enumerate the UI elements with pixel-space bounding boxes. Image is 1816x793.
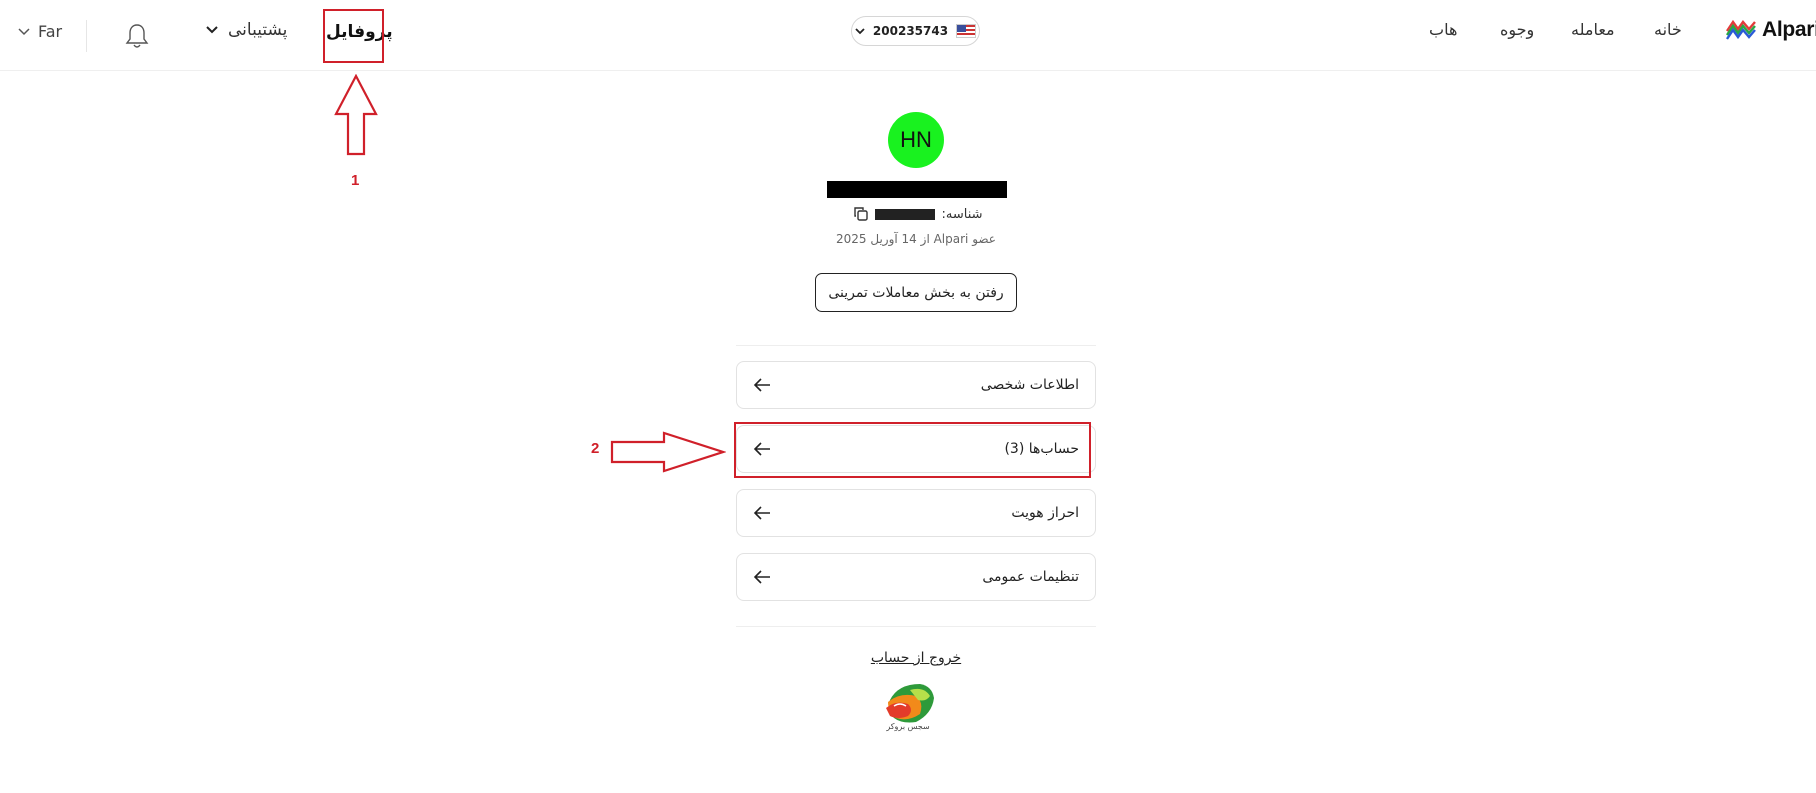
watermark-caption: سجس بروکر [886,722,930,731]
chevron-down-icon [855,27,865,34]
redacted-id [875,208,936,220]
divider [86,20,87,52]
copy-icon[interactable] [853,206,869,222]
arrow-left-icon [753,570,770,584]
chevron-down-icon [18,27,30,35]
brand-name: Alpari [1762,18,1816,41]
alpari-logo-icon [1726,19,1756,40]
nav-trade[interactable]: معامله [1571,20,1615,39]
brand-logo[interactable]: Alpari [1726,18,1816,42]
menu-item-label: اطلاعات شخصی [980,377,1079,393]
chevron-down-icon [206,26,218,34]
menu-item-verification[interactable]: احراز هویت [736,489,1096,537]
demo-trading-button[interactable]: رفتن به بخش معاملات تمرینی [815,273,1017,312]
avatar: HN [888,112,944,168]
menu-item-label: تنظیمات عمومی [982,569,1079,585]
id-label: شناسه: [941,206,983,222]
menu-item-label: احراز هویت [1011,505,1079,521]
logout-link[interactable]: خروج از حساب [836,650,996,666]
top-navigation: Far پشتیبانی پروفایل 200235743 خانه معام… [0,0,1816,71]
arrow-left-icon [753,506,770,520]
account-number: 200235743 [872,24,949,38]
language-label: Far [38,22,63,41]
member-since: عضو Alpari از 14 آوریل 2025 [836,232,996,246]
us-flag-icon [956,24,977,38]
divider [736,345,1096,346]
menu-item-general-settings[interactable]: تنظیمات عمومی [736,553,1096,601]
account-switcher[interactable]: 200235743 [851,16,980,46]
language-selector[interactable]: Far [18,22,62,41]
annotation-arrow-right [610,431,726,473]
arrow-left-icon [753,378,770,392]
annotation-number-2: 2 [591,440,600,457]
user-id-row: شناسه: [850,206,986,222]
redacted-name [827,181,1007,198]
nav-home[interactable]: خانه [1654,20,1682,39]
divider [736,626,1096,627]
nav-funds[interactable]: وجوه [1500,20,1534,39]
bell-icon[interactable] [124,22,150,50]
nav-hub[interactable]: هاب [1429,20,1457,39]
annotation-box-accounts [734,422,1091,478]
annotation-box-profile [323,9,384,63]
annotation-number-1: 1 [351,172,360,189]
support-label: پشتیبانی [228,20,288,40]
annotation-arrow-up [334,74,378,156]
support-menu[interactable]: پشتیبانی [206,20,287,40]
menu-item-personal-info[interactable]: اطلاعات شخصی [736,361,1096,409]
